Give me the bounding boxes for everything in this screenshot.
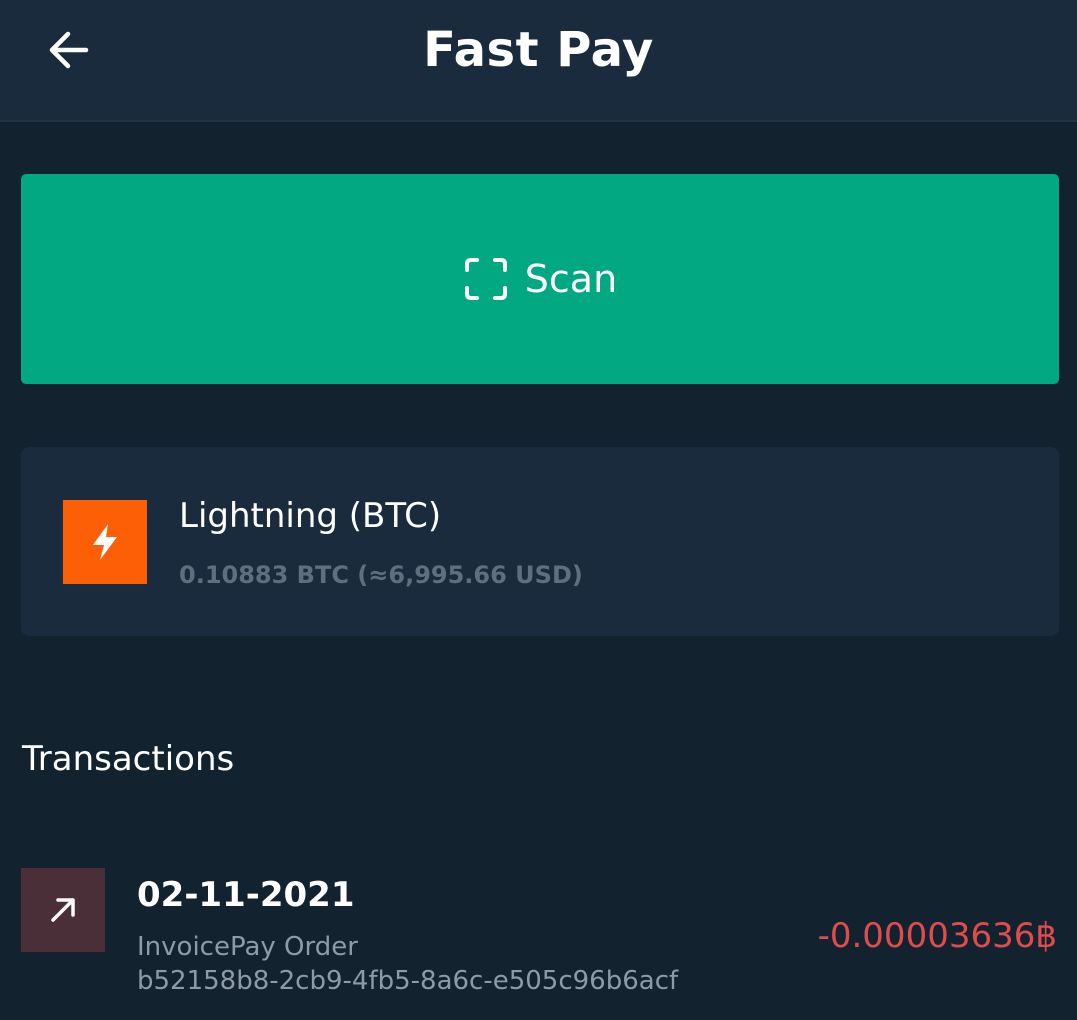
wallet-name: Lightning (BTC) <box>179 496 442 536</box>
wallet-card[interactable]: Lightning (BTC) 0.10883 BTC (≈6,995.66 U… <box>21 447 1059 636</box>
transaction-amount: -0.00003636฿ <box>817 916 1057 956</box>
wallet-balance: 0.10883 BTC (≈6,995.66 USD) <box>179 561 583 589</box>
transactions-heading: Transactions <box>22 739 235 779</box>
scan-button[interactable]: Scan <box>21 174 1059 384</box>
arrow-up-right-icon <box>21 868 105 952</box>
app-header: Fast Pay <box>0 0 1077 122</box>
scan-label: Scan <box>524 257 618 301</box>
lightning-bolt-icon <box>63 500 147 584</box>
page-title: Fast Pay <box>423 22 654 78</box>
scan-frame-icon <box>463 256 509 302</box>
transaction-date: 02-11-2021 <box>137 875 355 915</box>
transaction-description: InvoicePay Order <box>137 932 358 962</box>
transaction-reference: b52158b8-2cb9-4fb5-8a6c-e505c96b6acf <box>137 966 679 996</box>
transaction-row[interactable]: 02-11-2021 InvoicePay Order b52158b8-2cb… <box>21 868 1061 1008</box>
